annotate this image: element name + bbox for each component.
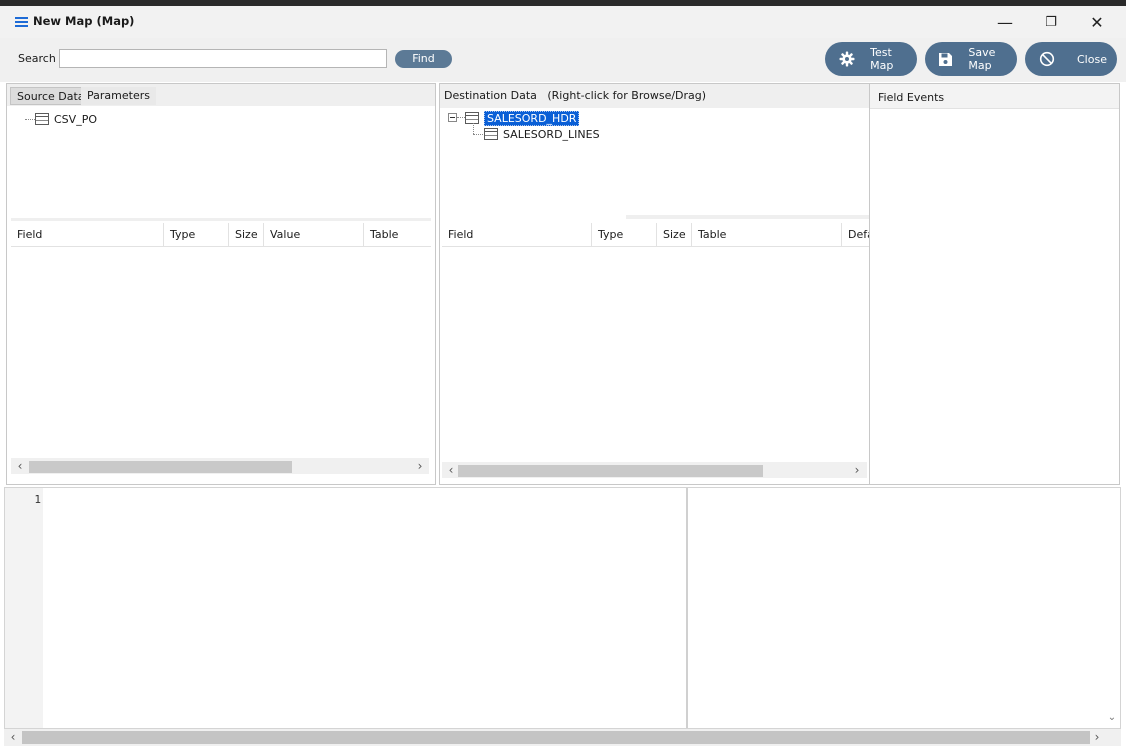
tab-parameters[interactable]: Parameters — [81, 87, 156, 105]
test-map-button[interactable]: Test Map — [825, 42, 917, 76]
tab-source-data[interactable]: Source Data — [10, 87, 92, 105]
source-field-grid-header: Field Type Size Value Table — [11, 223, 431, 247]
source-tree: CSV_PO — [7, 106, 435, 218]
destination-tree: SALESORD_HDR SALESORD_LINES — [440, 108, 870, 218]
title-bar: New Map (Map) — ❐ ✕ — [0, 0, 1126, 38]
tree-connector — [473, 123, 474, 134]
column-header-field[interactable]: Field — [11, 223, 164, 247]
field-events-header-bar: Field Events — [870, 84, 1119, 109]
destination-header-bar: Destination Data (Right-click for Browse… — [440, 84, 870, 108]
column-header-field[interactable]: Field — [442, 223, 592, 247]
collapse-icon[interactable] — [448, 113, 457, 122]
tree-node-label-selected: SALESORD_HDR — [484, 110, 580, 126]
column-header-size[interactable]: Size — [657, 223, 692, 247]
tree-node-csv-po[interactable]: CSV_PO — [35, 111, 97, 127]
field-events-header: Field Events — [878, 91, 945, 104]
table-icon — [484, 128, 498, 140]
save-map-button[interactable]: Save Map — [925, 42, 1017, 76]
gear-icon — [833, 51, 860, 67]
scroll-left-icon[interactable]: ‹ — [444, 462, 458, 478]
close-window-button[interactable]: ✕ — [1074, 6, 1120, 38]
tree-node-salesord-lines[interactable]: SALESORD_LINES — [484, 126, 600, 142]
editor-horizontal-scrollbar[interactable]: ‹ › — [4, 729, 1121, 746]
prohibited-icon — [1033, 51, 1061, 67]
scroll-right-icon[interactable]: › — [1090, 729, 1104, 745]
close-map-button[interactable]: Close — [1025, 42, 1117, 76]
column-header-type[interactable]: Type — [592, 223, 657, 247]
save-map-label: Save Map — [968, 46, 996, 72]
scroll-right-icon[interactable]: › — [413, 458, 427, 474]
splitter[interactable] — [11, 218, 431, 221]
scroll-left-icon[interactable]: ‹ — [13, 458, 27, 474]
code-editor[interactable] — [4, 487, 1121, 729]
editor-gutter: 1 — [5, 488, 43, 728]
scroll-down-icon[interactable]: ⌄ — [1105, 712, 1119, 726]
column-header-value[interactable]: Value — [264, 223, 364, 247]
tree-node-salesord-hdr[interactable]: SALESORD_HDR — [465, 110, 580, 126]
minimize-button[interactable]: — — [982, 6, 1028, 38]
destination-panel: Destination Data (Right-click for Browse… — [439, 83, 870, 485]
splitter[interactable] — [626, 215, 870, 219]
scroll-thumb[interactable] — [458, 465, 763, 477]
column-header-size[interactable]: Size — [229, 223, 264, 247]
hamburger-icon — [15, 17, 28, 28]
scroll-right-icon[interactable]: › — [850, 462, 864, 478]
tree-node-label: SALESORD_LINES — [503, 127, 600, 141]
tree-connector — [25, 119, 35, 120]
column-header-type[interactable]: Type — [164, 223, 229, 247]
table-icon — [465, 112, 479, 124]
source-horizontal-scrollbar[interactable]: ‹ › — [11, 458, 429, 474]
restore-button[interactable]: ❐ — [1028, 6, 1074, 38]
table-icon — [35, 113, 49, 125]
toolbar: Search Find Test Map Save Map Close — [0, 38, 1126, 82]
scroll-left-icon[interactable]: ‹ — [6, 729, 20, 745]
destination-field-grid-header: Field Type Size Table Defa — [442, 223, 869, 247]
destination-header: Destination Data (Right-click for Browse… — [444, 89, 707, 102]
line-number: 1 — [34, 493, 41, 506]
destination-horizontal-scrollbar[interactable]: ‹ › — [442, 462, 867, 478]
window-title: New Map (Map) — [33, 14, 135, 28]
floppy-disk-icon — [933, 52, 958, 67]
scroll-thumb[interactable] — [22, 731, 1090, 744]
search-label: Search — [18, 52, 56, 65]
source-tab-strip: Source Data Parameters — [7, 84, 435, 106]
editor-divider[interactable] — [686, 488, 688, 728]
column-header-default[interactable]: Defa — [842, 223, 869, 247]
search-input[interactable] — [59, 49, 387, 68]
column-header-table[interactable]: Table — [692, 223, 842, 247]
tree-node-label: CSV_PO — [54, 112, 97, 126]
find-button[interactable]: Find — [395, 50, 452, 68]
scroll-thumb[interactable] — [29, 461, 292, 473]
test-map-label: Test Map — [870, 46, 894, 72]
field-events-panel: Field Events — [869, 83, 1120, 485]
tree-connector — [457, 117, 465, 118]
tree-connector — [473, 134, 483, 135]
source-panel: Source Data Parameters CSV_PO Field Type… — [6, 83, 436, 485]
close-map-label: Close — [1077, 52, 1107, 66]
column-header-table[interactable]: Table — [364, 223, 431, 247]
